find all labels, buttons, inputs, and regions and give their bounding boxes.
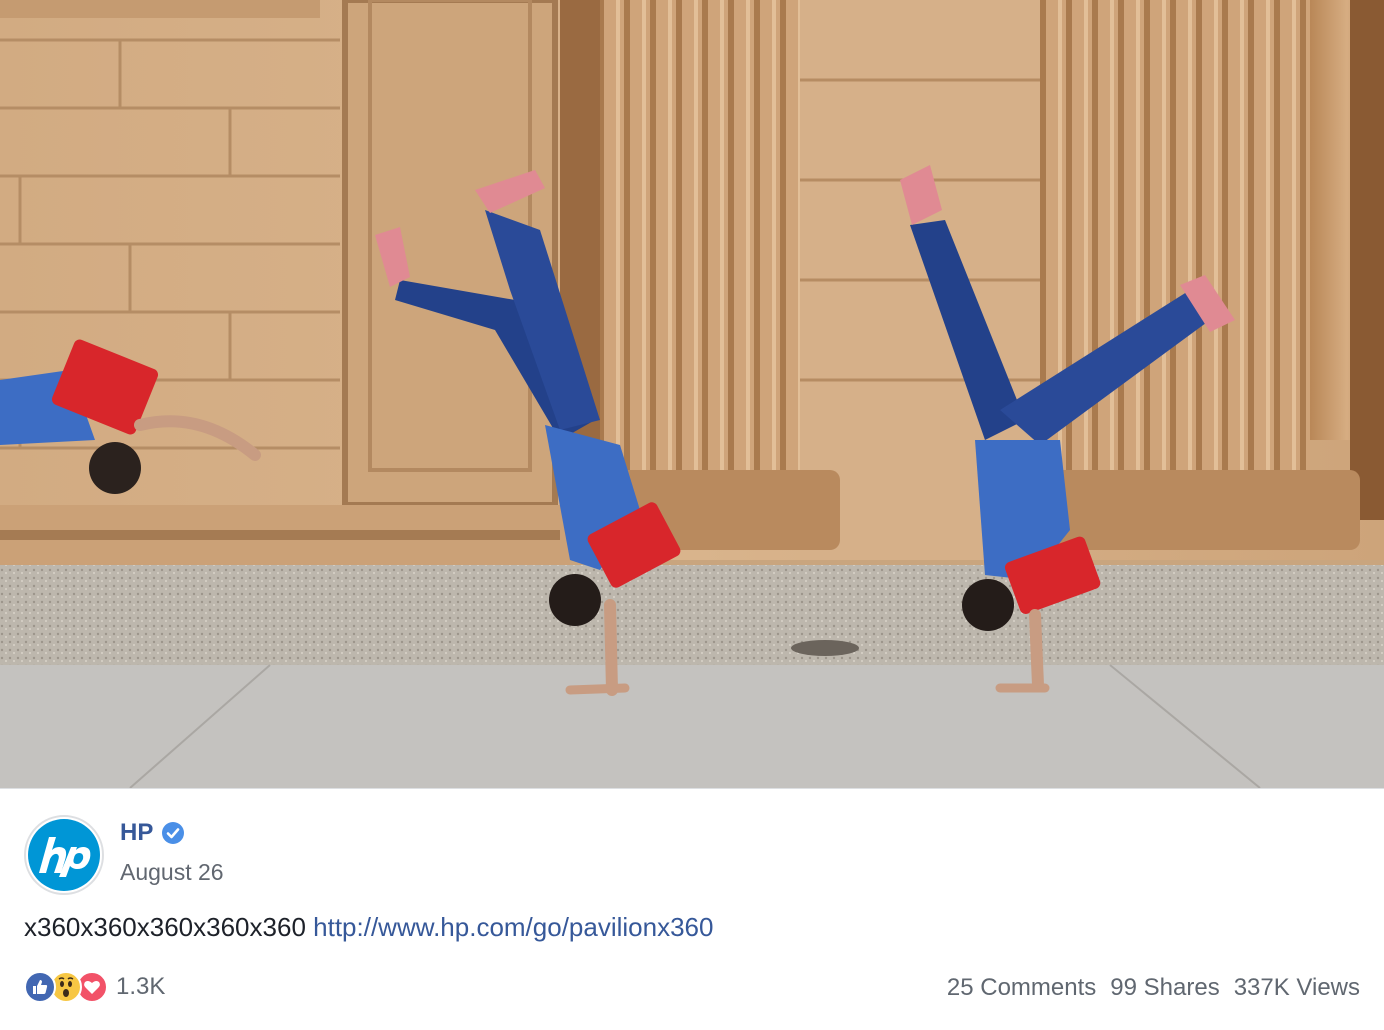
page-name-row: HP bbox=[120, 819, 185, 847]
page-name-link[interactable]: HP bbox=[120, 819, 153, 847]
shares-count-link[interactable]: 99 Shares bbox=[1110, 974, 1219, 1002]
post-link[interactable]: http://www.hp.com/go/pavilionx360 bbox=[313, 912, 713, 942]
reaction-count: 1.3K bbox=[116, 973, 166, 1000]
post-card: HP August 26 x360x360x360x360x360 http:/… bbox=[0, 788, 1384, 1030]
avatar[interactable] bbox=[24, 815, 104, 895]
post-message: x360x360x360x360x360 http://www.hp.com/g… bbox=[24, 912, 713, 943]
like-icon bbox=[24, 971, 56, 1003]
comments-count-link[interactable]: 25 Comments bbox=[947, 974, 1096, 1002]
post-message-text: x360x360x360x360x360 bbox=[24, 912, 306, 942]
hp-logo-icon bbox=[39, 837, 91, 877]
post-stats: 25 Comments 99 Shares 337K Views bbox=[947, 974, 1360, 1002]
post-video[interactable] bbox=[0, 0, 1384, 788]
video-frame bbox=[0, 0, 1384, 788]
hp-logo bbox=[28, 819, 100, 891]
post-timestamp[interactable]: August 26 bbox=[120, 859, 224, 886]
verified-badge-icon bbox=[162, 822, 185, 844]
views-count: 337K Views bbox=[1233, 974, 1360, 1001]
reactions-summary[interactable]: 1.3K bbox=[24, 971, 165, 1003]
